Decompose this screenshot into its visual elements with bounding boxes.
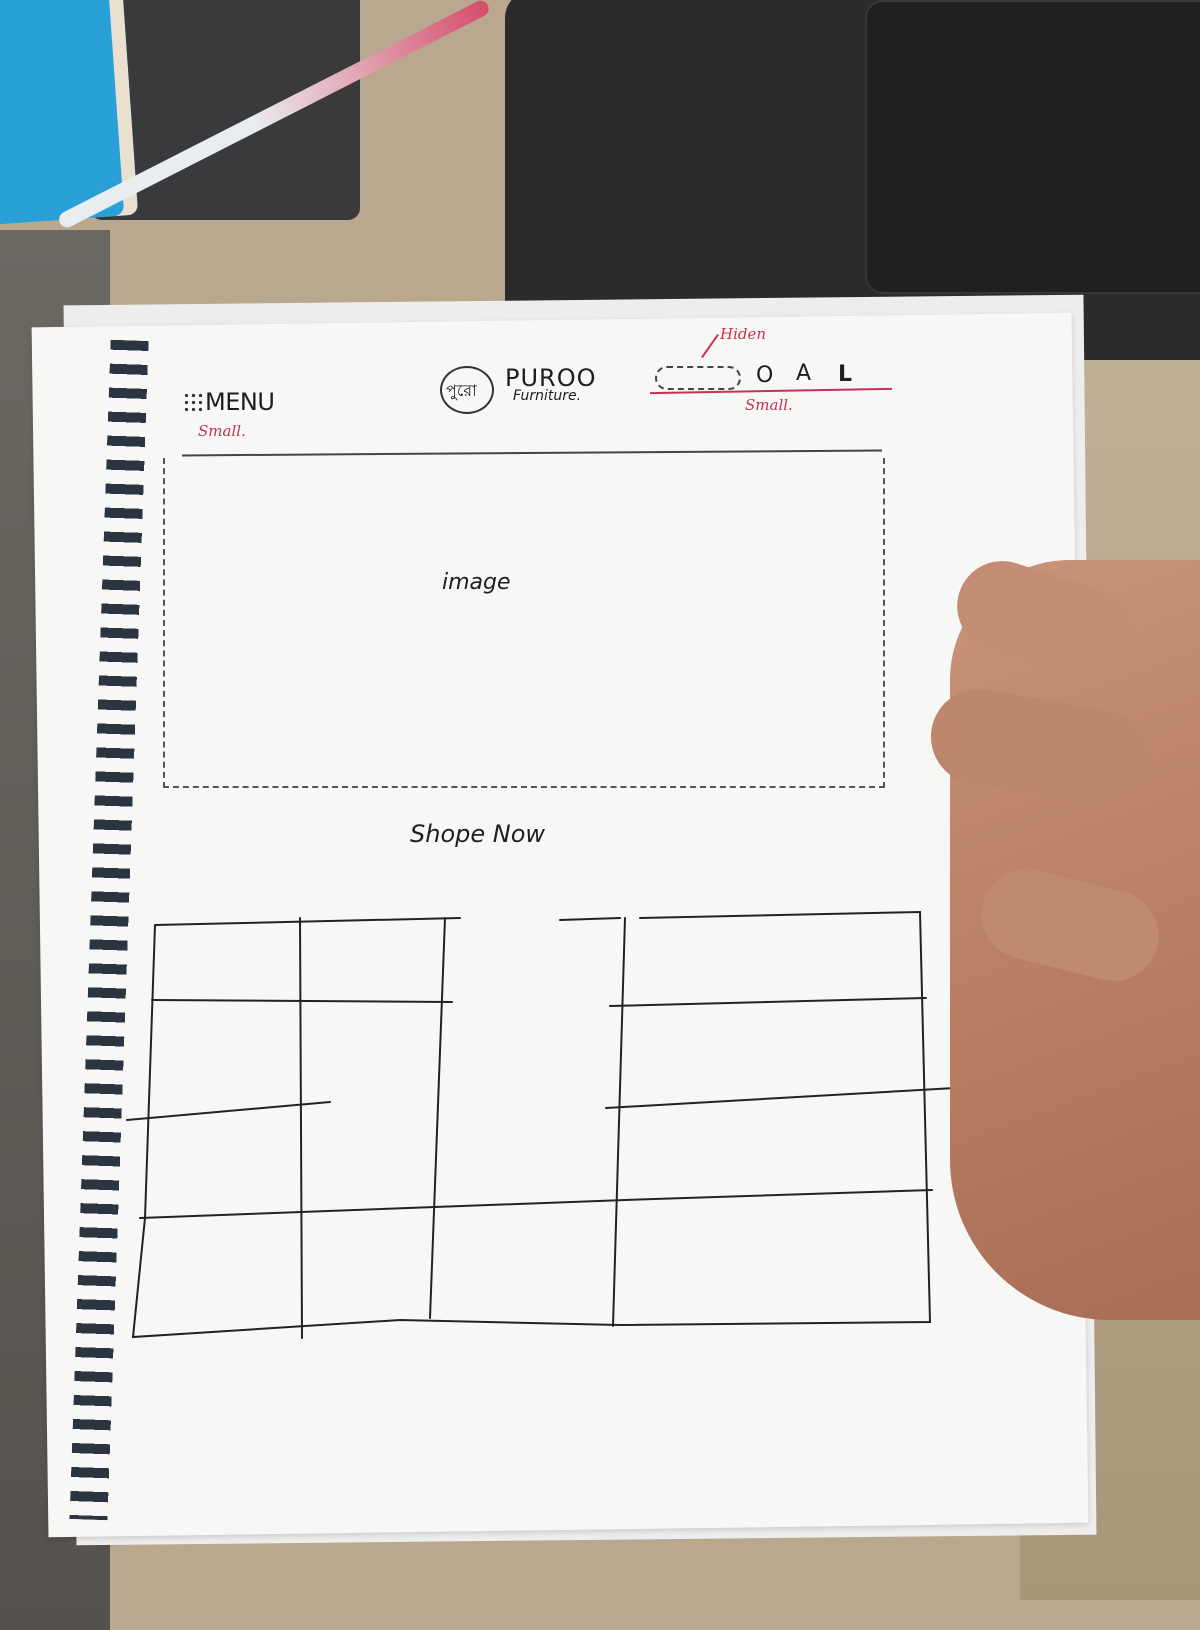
grid-horizontal-left-2 — [126, 1101, 331, 1121]
grid-horizontal-right-2 — [605, 1087, 956, 1109]
grid-vertical-1 — [299, 917, 303, 1339]
grid-horizontal-right-1 — [609, 997, 927, 1007]
grid-outer-border — [131, 910, 932, 1339]
grid-vertical-3 — [612, 917, 626, 1327]
grid-horizontal-left-1 — [151, 999, 453, 1003]
grid-vertical-2 — [429, 917, 446, 1319]
grid-horizontal-full — [139, 1189, 933, 1219]
